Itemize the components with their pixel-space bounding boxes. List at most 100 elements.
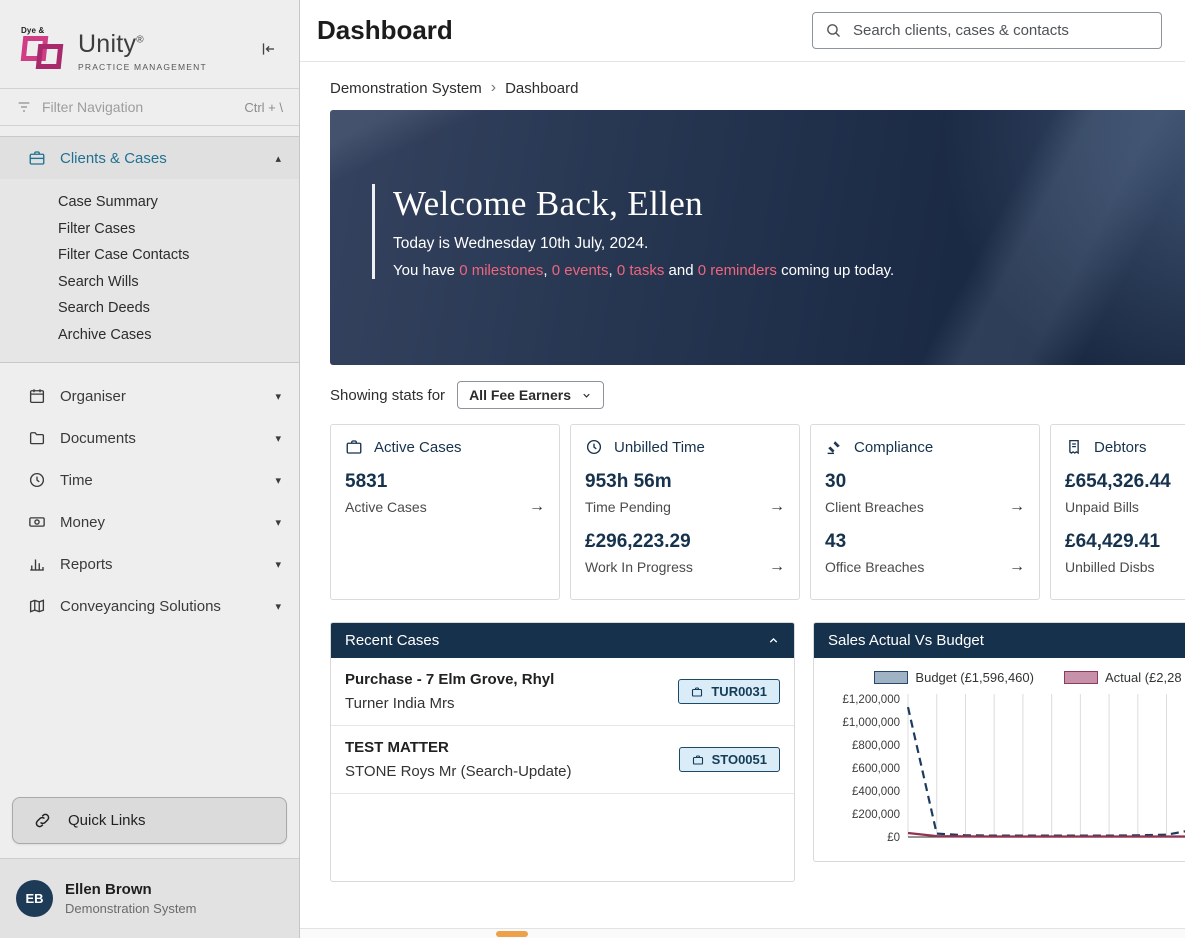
briefcase-icon [692, 754, 704, 766]
case-ref-badge[interactable]: TUR0031 [678, 679, 780, 704]
scrollbar-thumb[interactable] [496, 931, 528, 937]
metric-label: Unbilled Disbs [1065, 559, 1155, 575]
fee-earner-dropdown[interactable]: All Fee Earners [457, 381, 604, 409]
search-input[interactable] [853, 22, 1149, 39]
chart-legend: Budget (£1,596,460) Actual (£2,28 [820, 670, 1185, 685]
link-icon [33, 811, 52, 830]
banknote-icon [28, 513, 46, 531]
chevron-down-icon: ▾ [275, 432, 281, 445]
reminders-count[interactable]: 0 reminders [698, 262, 777, 279]
milestones-count[interactable]: 0 milestones [459, 262, 543, 279]
sidebar-item-reports[interactable]: Reports ▾ [0, 543, 299, 585]
sidebar: Dye & Unity® PRACTICE MANAGEMENT Ctrl + … [0, 0, 300, 938]
legend-item-budget: Budget (£1,596,460) [874, 670, 1034, 685]
search-icon [825, 22, 842, 39]
quick-links-button[interactable]: Quick Links [12, 797, 287, 844]
sidebar-section-time: Time ▾ [0, 459, 299, 501]
user-profile[interactable]: EB Ellen Brown Demonstration System [0, 858, 299, 938]
breadcrumb: Demonstration System › Dashboard [330, 79, 1185, 97]
nav-label: Money [60, 513, 106, 531]
clients-cases-submenu: Case Summary Filter Cases Filter Case Co… [0, 179, 299, 362]
recent-case-row[interactable]: TEST MATTER STONE Roys Mr (Search-Update… [331, 726, 794, 794]
arrow-right-icon[interactable]: → [529, 498, 545, 516]
quick-links-label: Quick Links [68, 812, 146, 829]
briefcase-icon [691, 686, 703, 698]
nav-label: Time [60, 471, 93, 489]
tasks-count[interactable]: 0 tasks [617, 262, 665, 279]
sidebar-item-time[interactable]: Time ▾ [0, 459, 299, 501]
sidebar-collapse-button[interactable] [253, 34, 283, 67]
metric-label: Active Cases [345, 499, 427, 515]
avatar: EB [16, 880, 53, 917]
nav-label: Clients & Cases [60, 149, 167, 167]
filter-icon [16, 99, 32, 115]
chevron-up-icon: ▴ [275, 152, 281, 165]
sidebar-nav: Clients & Cases ▴ Case Summary Filter Ca… [0, 136, 299, 787]
work-in-progress-value: £296,223.29 [585, 531, 691, 552]
arrow-right-icon[interactable]: → [1009, 498, 1025, 516]
case-ref-badge[interactable]: STO0051 [678, 747, 780, 772]
legend-label: Budget (£1,596,460) [915, 670, 1034, 685]
sidebar-item-case-summary[interactable]: Case Summary [0, 189, 299, 216]
invoice-icon [1065, 438, 1083, 456]
sales-chart: £0 £200,000 £400,000 £600,000 £800,000 £1,000… [842, 694, 1185, 844]
page-title: Dashboard [317, 15, 453, 45]
nav-label: Documents [60, 429, 136, 447]
welcome-summary: You have 0 milestones, 0 events, 0 tasks… [393, 262, 895, 279]
stat-card-active-cases: Active Cases 5831 Active Cases → [330, 424, 560, 600]
panel-title: Recent Cases [345, 632, 440, 649]
filter-shortcut-hint: Ctrl + \ [244, 99, 283, 115]
welcome-title: Welcome Back, Ellen [393, 184, 703, 223]
sidebar-section-organiser: Organiser ▾ [0, 375, 299, 417]
filter-navigation[interactable]: Ctrl + \ [0, 88, 299, 126]
sidebar-item-documents[interactable]: Documents ▾ [0, 417, 299, 459]
main-area: Dashboard Demonstration System › Dashboa… [300, 0, 1185, 938]
panel-title: Sales Actual Vs Budget [828, 632, 984, 649]
legend-label: Actual (£2,28 [1104, 670, 1182, 685]
sidebar-section-reports: Reports ▾ [0, 543, 299, 585]
breadcrumb-root[interactable]: Demonstration System [330, 80, 482, 97]
stat-card-unbilled-time: Unbilled Time 953h 56m Time Pending → £2… [570, 424, 800, 600]
sidebar-item-organiser[interactable]: Organiser ▾ [0, 375, 299, 417]
sidebar-item-clients-cases[interactable]: Clients & Cases ▴ [0, 137, 299, 179]
events-count[interactable]: 0 events [552, 262, 609, 279]
sidebar-section-conveyancing-solutions: Conveyancing Solutions ▾ [0, 585, 299, 627]
time-pending-value: 953h 56m [585, 471, 672, 492]
user-name: Ellen Brown [65, 881, 152, 898]
welcome-banner: Welcome Back, Ellen Today is Wednesday 1… [330, 110, 1185, 365]
recent-cases-header[interactable]: Recent Cases [331, 623, 794, 658]
collapse-sidebar-icon [259, 40, 277, 58]
sales-panel-header[interactable]: Sales Actual Vs Budget [814, 623, 1185, 658]
recent-case-row[interactable]: Purchase - 7 Elm Grove, Rhyl Turner Indi… [331, 658, 794, 726]
sidebar-item-search-deeds[interactable]: Search Deeds [0, 295, 299, 322]
arrow-right-icon[interactable]: → [769, 498, 785, 516]
sidebar-item-filter-case-contacts[interactable]: Filter Case Contacts [0, 242, 299, 269]
stat-card-title: Unbilled Time [614, 438, 705, 456]
sidebar-item-filter-cases[interactable]: Filter Cases [0, 216, 299, 243]
stat-card-title: Debtors [1094, 438, 1147, 456]
calendar-icon [28, 387, 46, 405]
brand-tagline: PRACTICE MANAGEMENT [78, 62, 207, 72]
metric-label: Time Pending [585, 499, 671, 515]
horizontal-scrollbar[interactable] [300, 928, 1185, 938]
stat-card-debtors: Debtors £654,326.44 Unpaid Bills → £64,4… [1050, 424, 1185, 600]
legend-item-actual: Actual (£2,28 [1063, 670, 1182, 685]
global-search[interactable] [812, 12, 1162, 49]
user-organisation: Demonstration System [65, 901, 197, 916]
stats-filter-label: Showing stats for [330, 386, 446, 404]
briefcase-icon [345, 438, 363, 456]
svg-text:£200,000: £200,000 [852, 809, 900, 821]
filter-navigation-input[interactable] [42, 99, 235, 115]
brand-row: Dye & Unity® PRACTICE MANAGEMENT [0, 0, 299, 88]
brand-name: Unity® [78, 30, 144, 58]
arrow-right-icon[interactable]: → [769, 558, 785, 576]
nav-label: Reports [60, 555, 113, 573]
sidebar-item-archive-cases[interactable]: Archive Cases [0, 322, 299, 349]
sidebar-item-conveyancing-solutions[interactable]: Conveyancing Solutions ▾ [0, 585, 299, 627]
sidebar-item-search-wills[interactable]: Search Wills [0, 269, 299, 296]
nav-label: Conveyancing Solutions [60, 597, 221, 615]
recent-cases-body: Purchase - 7 Elm Grove, Rhyl Turner Indi… [331, 658, 794, 881]
arrow-right-icon[interactable]: → [1009, 558, 1025, 576]
sidebar-item-money[interactable]: Money ▾ [0, 501, 299, 543]
metric-label: Work In Progress [585, 559, 693, 575]
